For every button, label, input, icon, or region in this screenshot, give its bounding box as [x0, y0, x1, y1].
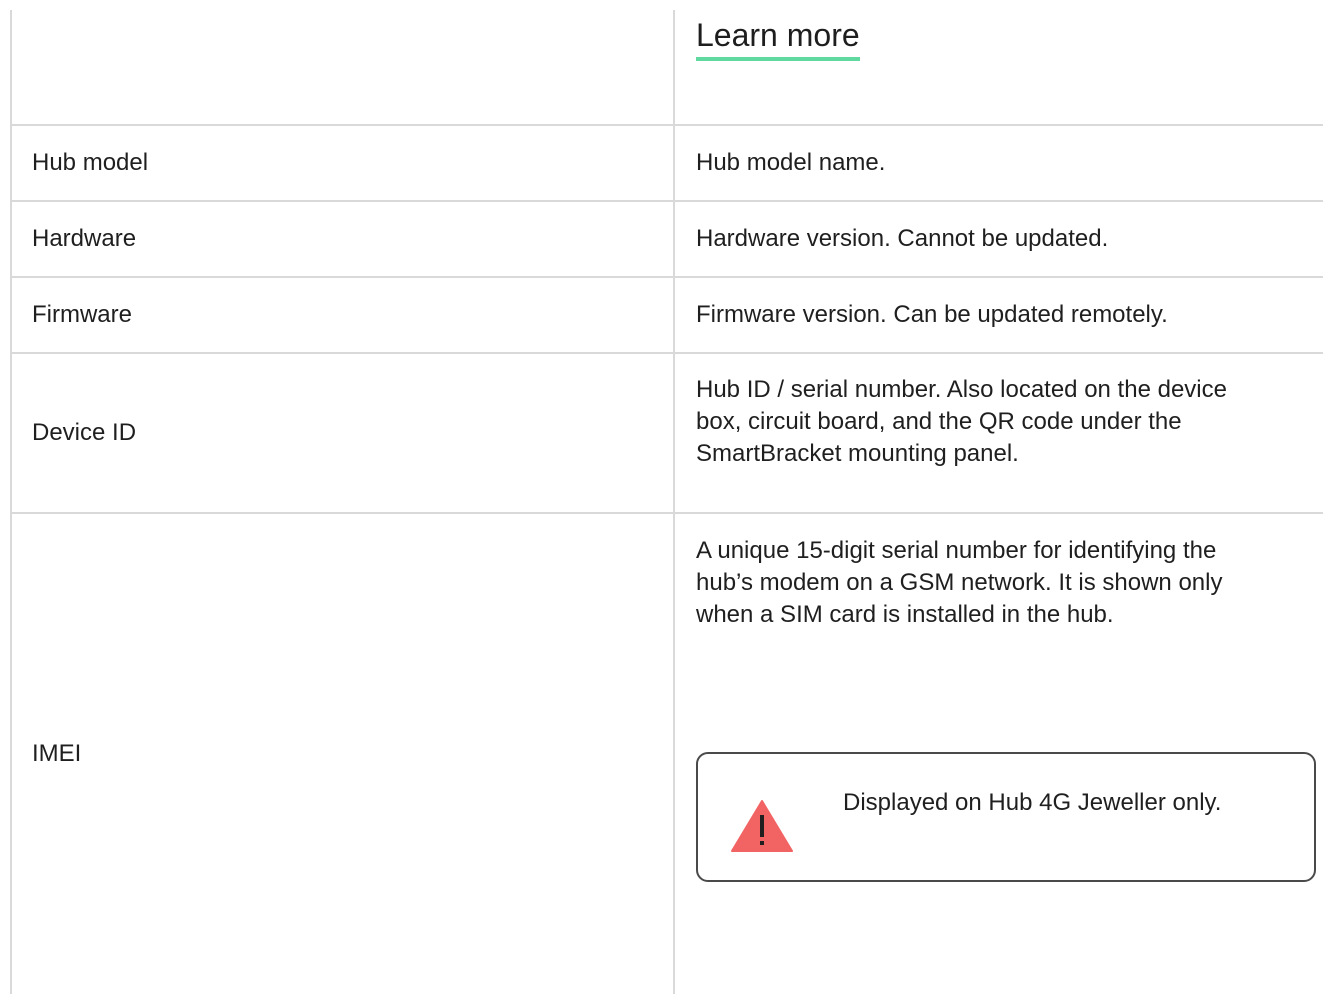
row-divider: [10, 512, 1323, 514]
row-description-imei: A unique 15-digit serial number for iden…: [696, 535, 1318, 631]
row-label-firmware: Firmware: [32, 301, 132, 328]
row-description-hardware: Hardware version. Cannot be updated.: [696, 225, 1109, 252]
description-line: Hub ID / serial number. Also located on …: [696, 376, 1227, 403]
warning-triangle-icon: [731, 800, 793, 852]
note-text: Displayed on Hub 4G Jeweller only.: [843, 789, 1222, 816]
row-label-device-id: Device ID: [32, 419, 137, 446]
row-divider: [10, 352, 1323, 354]
row-divider: [10, 276, 1323, 278]
row-description-device-id: Hub ID / serial number. Also located on …: [696, 374, 1318, 470]
description-line: box, circuit board, and the QR code unde…: [696, 408, 1182, 435]
description-line: A unique 15-digit serial number for iden…: [696, 537, 1217, 564]
row-divider: [10, 124, 1323, 126]
hub-info-table: Learn more Hub model Hub model name. Har…: [0, 0, 1323, 994]
description-line: SmartBracket mounting panel.: [696, 440, 1019, 467]
description-line: when a SIM card is installed in the hub.: [696, 601, 1114, 628]
row-label-hardware: Hardware: [32, 225, 137, 252]
row-label-imei: IMEI: [32, 740, 82, 767]
note-box: Displayed on Hub 4G Jeweller only.: [696, 752, 1316, 882]
row-divider: [10, 200, 1323, 202]
row-description-hub-model: Hub model name.: [696, 149, 886, 176]
learn-more-link[interactable]: Learn more: [696, 15, 860, 61]
row-description-firmware: Firmware version. Can be updated remotel…: [696, 301, 1168, 328]
description-line: hub’s modem on a GSM network. It is show…: [696, 569, 1223, 596]
row-label-hub-model: Hub model: [32, 149, 149, 176]
table-border-left: [10, 10, 12, 994]
table-column-divider: [673, 10, 675, 994]
